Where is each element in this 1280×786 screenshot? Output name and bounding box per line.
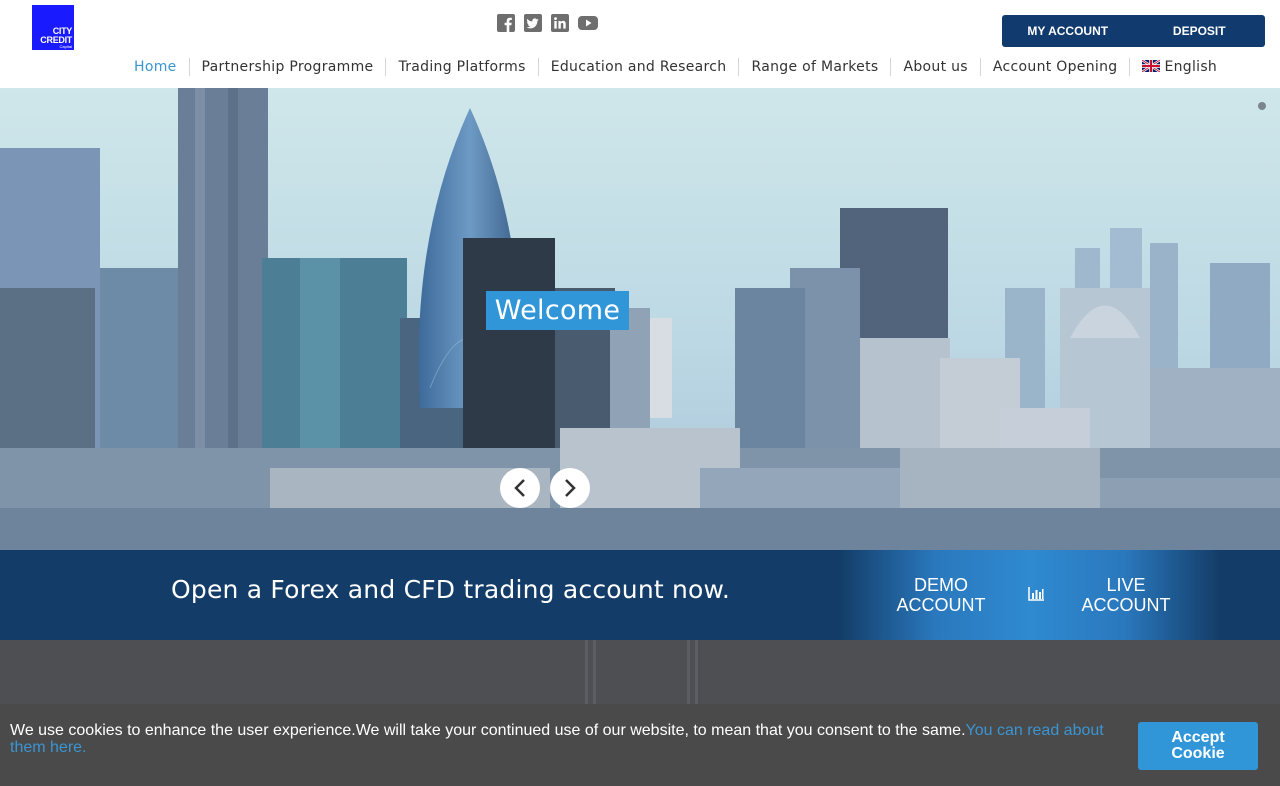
nav-item-partnership[interactable]: Partnership Programme <box>188 58 386 76</box>
account-actions: MY ACCOUNT DEPOSIT <box>1002 15 1265 47</box>
nav-item-account-opening[interactable]: Account Opening <box>979 58 1130 76</box>
social-links <box>497 14 598 32</box>
background-detail <box>687 640 690 710</box>
facebook-icon[interactable] <box>497 14 515 32</box>
background-detail <box>593 640 596 710</box>
demo-label-line1: DEMO <box>914 575 968 595</box>
nav-item-home[interactable]: Home <box>122 58 189 76</box>
main-navigation: Home Partnership Programme Trading Platf… <box>122 58 1229 76</box>
accept-cookie-line1: Accept <box>1171 729 1225 746</box>
accept-cookie-button[interactable]: Accept Cookie <box>1138 722 1258 770</box>
live-account-button[interactable]: LIVE ACCOUNT <box>1066 575 1186 615</box>
youtube-icon[interactable] <box>578 14 598 32</box>
linkedin-icon[interactable] <box>551 14 569 32</box>
live-label-line1: LIVE <box>1106 575 1146 595</box>
cookie-message-text: We use cookies to enhance the user exper… <box>10 722 966 739</box>
city-credit-logo[interactable]: CITY CREDIT Capital <box>32 5 74 50</box>
live-label-line2: ACCOUNT <box>1081 595 1171 615</box>
slider-prev-button[interactable] <box>500 468 540 508</box>
slider-next-button[interactable] <box>550 468 590 508</box>
hero-slider: Welcome <box>0 88 1280 550</box>
logo-text-line3: Capital <box>59 44 72 49</box>
language-label: English <box>1164 59 1218 75</box>
hero-caption: Welcome <box>486 291 629 330</box>
twitter-icon[interactable] <box>524 14 542 32</box>
demo-label-line2: ACCOUNT <box>896 595 986 615</box>
demo-account-button[interactable]: DEMO ACCOUNT <box>881 575 1001 615</box>
slider-dot[interactable] <box>1258 102 1266 110</box>
bar-chart-icon <box>1028 587 1044 601</box>
background-detail <box>585 640 588 710</box>
site-header: CITY CREDIT Capital MY ACCOUNT DEPOSIT H… <box>0 0 1280 88</box>
nav-item-markets[interactable]: Range of Markets <box>738 58 890 76</box>
banner-headline: Open a Forex and CFD trading account now… <box>171 575 731 604</box>
nav-item-education[interactable]: Education and Research <box>537 58 739 76</box>
chevron-left-icon <box>514 479 525 497</box>
city-skyline-image <box>0 88 1280 550</box>
chevron-right-icon <box>565 479 576 497</box>
my-account-button[interactable]: MY ACCOUNT <box>1002 15 1134 47</box>
accept-cookie-line2: Cookie <box>1171 745 1225 762</box>
cookie-message: We use cookies to enhance the user exper… <box>10 722 1110 756</box>
background-detail <box>695 640 698 710</box>
nav-item-about[interactable]: About us <box>890 58 979 76</box>
uk-flag-icon <box>1142 60 1161 72</box>
nav-item-trading-platforms[interactable]: Trading Platforms <box>385 58 537 76</box>
language-selector[interactable]: English <box>1129 58 1229 76</box>
deposit-button[interactable]: DEPOSIT <box>1134 15 1266 47</box>
